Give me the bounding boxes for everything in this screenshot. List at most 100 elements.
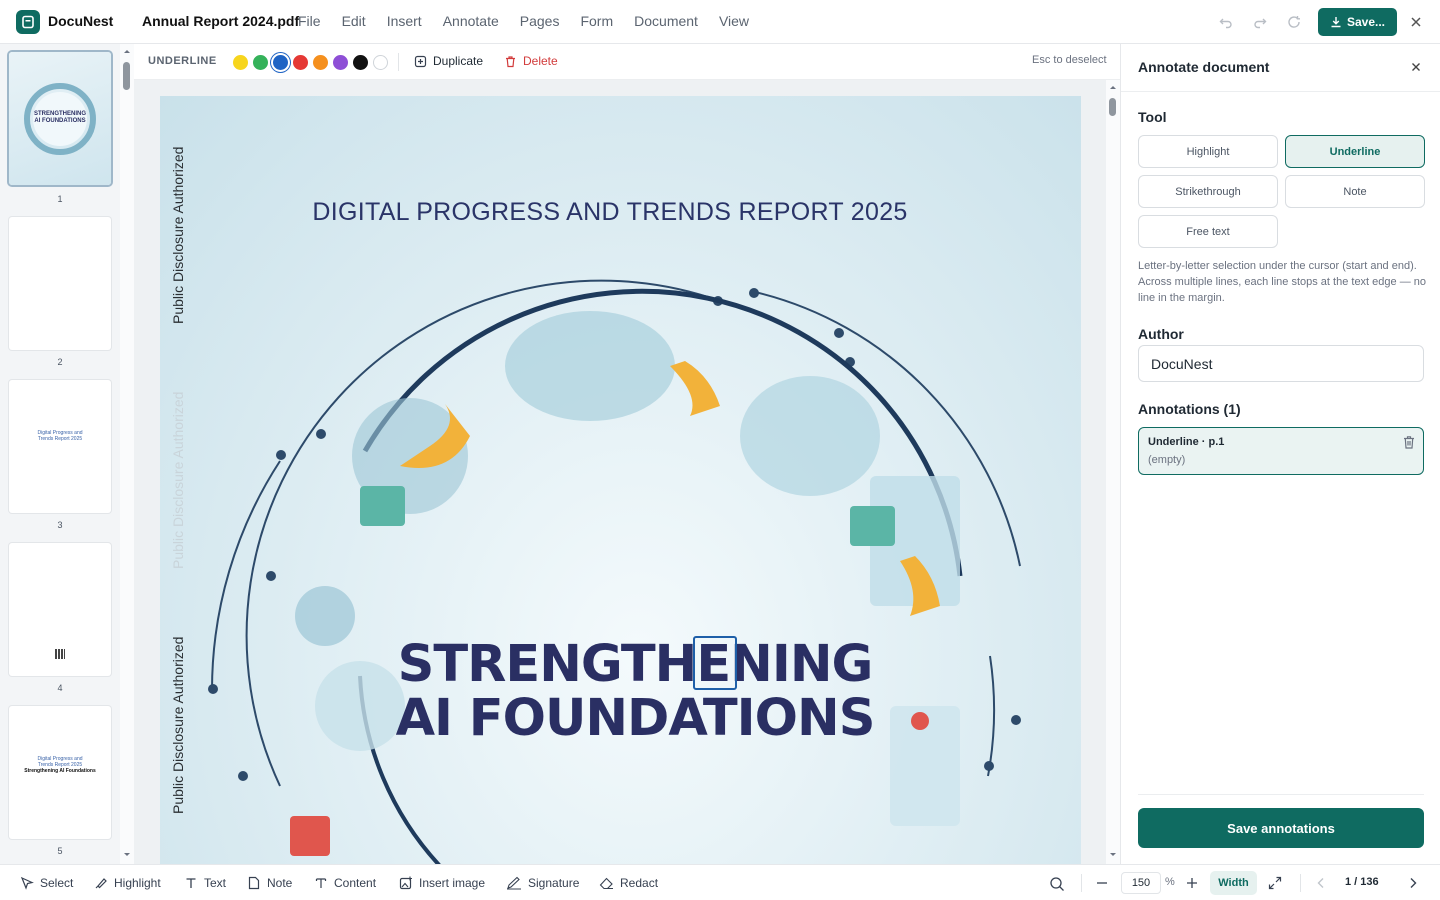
annotation-title: Underline · p.1 — [1148, 436, 1225, 448]
text-icon — [186, 878, 196, 888]
panel-divider — [1121, 91, 1440, 92]
app-name: DocuNest — [48, 13, 114, 29]
author-label: Author — [1138, 326, 1184, 342]
menu-edit[interactable]: Edit — [342, 13, 366, 29]
save-annotations-button[interactable]: Save annotations — [1138, 808, 1424, 848]
scroll-up-icon[interactable] — [1106, 82, 1120, 92]
annotation-mode-label: UNDERLINE — [148, 55, 217, 67]
thumbnail-1-line1: STRENGTHENING — [33, 111, 86, 117]
text-selection-cursor[interactable] — [693, 636, 737, 690]
content-tool[interactable]: Content — [314, 876, 376, 890]
menu-annotate[interactable]: Annotate — [443, 13, 499, 29]
document-canvas[interactable]: Public Disclosure Authorized Public Disc… — [134, 80, 1106, 864]
thumbnail-scrollbar[interactable] — [120, 44, 134, 864]
menu-view[interactable]: View — [719, 13, 749, 29]
signature-tool[interactable]: Signature — [506, 876, 579, 890]
document-scrollbar[interactable] — [1106, 80, 1120, 864]
menu-insert[interactable]: Insert — [387, 13, 422, 29]
zoom-unit: % — [1165, 876, 1175, 888]
main-menu: File Edit Insert Annotate Pages Form Doc… — [298, 13, 770, 29]
select-tool[interactable]: Select — [20, 876, 73, 890]
tool-free-text-button[interactable]: Free text — [1138, 215, 1278, 248]
content-tool-label: Content — [334, 876, 377, 890]
thumbnail-1-line2: AI FOUNDATIONS — [34, 118, 86, 124]
cover-title-line1[interactable]: STRENGTHENING — [390, 638, 880, 692]
thumbnail-page-2[interactable] — [9, 217, 111, 350]
page-indicator: 1 / 136 — [1345, 876, 1379, 888]
zoom-in-icon[interactable] — [1185, 876, 1199, 890]
color-swatch-yellow[interactable] — [233, 55, 248, 70]
duplicate-button[interactable]: Duplicate — [414, 54, 483, 68]
next-page-icon[interactable] — [1407, 876, 1419, 890]
thumbnail-number: 2 — [57, 357, 63, 367]
insert-image-tool-label: Insert image — [419, 876, 486, 890]
zoom-out-icon[interactable] — [1095, 876, 1109, 890]
zoom-input[interactable]: 150 — [1121, 872, 1161, 894]
cursor-icon — [20, 876, 34, 890]
highlight-tool-label: Highlight — [114, 876, 161, 890]
cover-title-line2[interactable]: AI FOUNDATIONS — [390, 692, 880, 746]
color-swatch-black[interactable] — [353, 55, 368, 70]
annotation-card[interactable]: Underline · p.1 (empty) — [1138, 427, 1424, 475]
trash-icon[interactable] — [1401, 434, 1417, 450]
highlight-tool[interactable]: Highlight — [94, 876, 161, 890]
annotations-label: Annotations (1) — [1138, 401, 1241, 417]
scrollbar-handle[interactable] — [123, 62, 130, 90]
scroll-down-icon[interactable] — [1106, 850, 1120, 860]
thumbnail-page-5[interactable]: Digital Progress and Trends Report 2025 … — [9, 706, 111, 839]
previous-page-icon[interactable] — [1315, 876, 1327, 890]
close-icon[interactable] — [1406, 12, 1426, 32]
scroll-up-icon[interactable] — [120, 46, 134, 56]
fullscreen-icon[interactable] — [1268, 876, 1282, 890]
tool-note-button[interactable]: Note — [1285, 175, 1425, 208]
menu-file[interactable]: File — [298, 13, 321, 29]
thumbnail-page-1[interactable]: STRENGTHENING AI FOUNDATIONS — [9, 52, 111, 185]
insert-image-tool[interactable]: Insert image — [399, 876, 485, 890]
panel-close-icon[interactable] — [1407, 58, 1425, 76]
thumbnail-number: 3 — [57, 520, 63, 530]
color-swatch-red[interactable] — [293, 55, 308, 70]
thumbnail-page-3[interactable]: Digital Progress and Trends Report 2025 — [9, 380, 111, 513]
delete-button[interactable]: Delete — [504, 54, 558, 68]
redact-tool[interactable]: Redact — [599, 876, 658, 890]
note-tool[interactable]: Note — [247, 876, 292, 890]
text-tool[interactable]: Text — [184, 876, 226, 890]
search-icon[interactable] — [1049, 876, 1065, 892]
redo-icon[interactable] — [1250, 12, 1270, 32]
menu-form[interactable]: Form — [580, 13, 613, 29]
tool-underline-button[interactable]: Underline — [1285, 135, 1425, 168]
download-icon — [1331, 17, 1341, 28]
color-swatch-white[interactable] — [373, 55, 388, 70]
thumbnail-number: 5 — [57, 846, 63, 856]
cover-illustration — [208, 279, 1021, 864]
color-swatch-green[interactable] — [253, 55, 268, 70]
esc-hint: Esc to deselect — [1032, 54, 1107, 66]
color-swatch-purple[interactable] — [333, 55, 348, 70]
color-swatch-orange[interactable] — [313, 55, 328, 70]
bottom-divider — [1300, 874, 1301, 892]
menu-document[interactable]: Document — [634, 13, 698, 29]
duplicate-label: Duplicate — [433, 54, 484, 68]
panel-divider — [1138, 794, 1424, 795]
tool-highlight-button[interactable]: Highlight — [1138, 135, 1278, 168]
document-page[interactable]: Public Disclosure Authorized Public Disc… — [160, 96, 1081, 864]
undo-icon[interactable] — [1216, 12, 1236, 32]
save-button[interactable]: Save... — [1318, 8, 1397, 36]
thumbnail-number: 4 — [57, 683, 63, 693]
menu-pages[interactable]: Pages — [520, 13, 560, 29]
author-input[interactable]: DocuNest — [1138, 345, 1424, 382]
note-tool-label: Note — [267, 876, 293, 890]
pen-icon — [507, 876, 521, 890]
page-thumbnails: STRENGTHENING AI FOUNDATIONS 1 2 Digital… — [0, 44, 120, 864]
bottom-divider — [1081, 874, 1082, 892]
fit-width-button[interactable]: Width — [1210, 871, 1257, 895]
tool-section-label: Tool — [1138, 109, 1167, 125]
thumbnail-page-4[interactable] — [9, 543, 111, 676]
tool-strikethrough-button[interactable]: Strikethrough — [1138, 175, 1278, 208]
scroll-down-icon[interactable] — [120, 850, 134, 860]
annotate-panel: Annotate document Tool Highlight Underli… — [1120, 44, 1440, 864]
refresh-icon[interactable] — [1284, 12, 1304, 32]
file-name: Annual Report 2024.pdf — [142, 13, 300, 29]
scrollbar-handle[interactable] — [1109, 98, 1116, 116]
color-swatch-blue[interactable] — [273, 55, 288, 70]
